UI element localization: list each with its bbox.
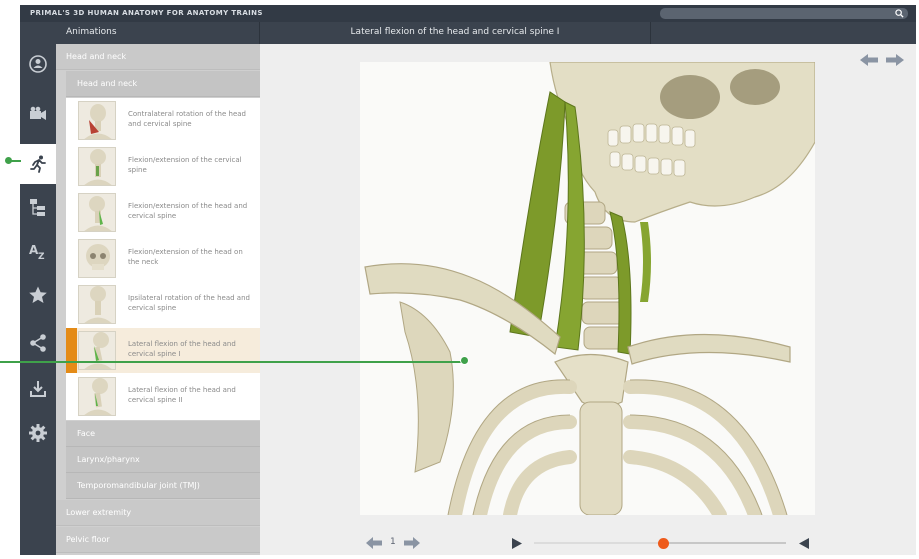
model-icon [29,55,47,73]
scrubber-knob[interactable] [657,538,669,549]
search-icon[interactable] [895,9,904,18]
main-nav: A Z [20,44,56,555]
skeleton-thumbnail [78,193,116,232]
callout-line-viewer [0,361,464,363]
previous-page-icon[interactable] [366,537,382,549]
skull-thumbnail [78,239,116,278]
next-page-icon[interactable] [404,537,420,549]
app-title: PRIMAL'S 3D HUMAN ANATOMY FOR ANATOMY TR… [30,9,263,17]
subcategory-larynx-pharynx[interactable]: Larynx/pharynx [66,447,260,473]
title-bar: PRIMAL'S 3D HUMAN ANATOMY FOR ANATOMY TR… [20,5,916,22]
list-item[interactable]: Lateral flexion of the head and cervical… [66,374,260,419]
list-item-label: Flexion/extension of the cervical spine [128,156,242,174]
skeleton-thumbnail [78,377,116,416]
subcategory-label: Face [77,429,96,438]
subcategory-face[interactable]: Face [66,421,260,447]
list-item-label: Flexion/extension of the head and cervic… [128,202,248,220]
anatomy-3d-view[interactable] [360,62,815,515]
download-icon [30,381,46,397]
animation-viewer: 1 [260,44,916,555]
subcategory-label: Head and neck [77,79,138,88]
rewind-icon[interactable] [799,538,809,549]
back-arrow-icon[interactable] [860,54,878,66]
share-icon [30,334,46,352]
selection-indicator [66,328,77,373]
nav-model[interactable] [20,44,56,84]
nav-videos[interactable] [20,94,56,134]
animation-title: Lateral flexion of the head and cervical… [350,27,560,37]
category-label: Pelvic floor [66,535,110,544]
view-nav-arrows [860,54,904,66]
list-item[interactable]: Flexion/extension of the cervical spine [66,144,260,189]
playback-bar: 1 [360,535,815,551]
nav-animations[interactable] [20,144,56,184]
list-item-label: Flexion/extension of the head on the nec… [128,248,243,266]
subcategory-tmj[interactable]: Temporomandibular joint (TMJ) [66,473,260,499]
category-label: Lower extremity [66,508,132,517]
skeleton-thumbnail [78,147,116,186]
timeline-progress [534,542,663,544]
nav-download[interactable] [20,369,56,409]
forward-arrow-icon[interactable] [886,54,904,66]
subcategory-label: Temporomandibular joint (TMJ) [77,481,200,490]
skeleton-thumbnail [78,331,116,370]
category-label: Head and neck [66,52,127,61]
nav-share[interactable] [20,323,56,363]
app-window: PRIMAL'S 3D HUMAN ANATOMY FOR ANATOMY TR… [20,5,916,555]
gear-icon [29,424,47,442]
animation-items: Contralateral rotation of the head and c… [66,98,260,420]
nav-a-z[interactable]: A Z [20,231,56,271]
skeleton-thumbnail [78,285,116,324]
list-item-label: Contralateral rotation of the head and c… [128,110,246,128]
subcategory-head-and-neck[interactable]: Head and neck [66,71,260,97]
animation-list: Head and neck Head and neck Contralatera… [56,44,260,555]
section-label: Animations [66,27,117,37]
list-item-selected[interactable]: Lateral flexion of the head and cervical… [66,328,260,373]
star-icon [29,286,47,303]
list-item-label: Lateral flexion of the head and cervical… [128,386,236,404]
list-item[interactable]: Flexion/extension of the head and cervic… [66,190,260,235]
running-figure-icon [30,155,46,173]
skeleton-render[interactable] [360,62,815,515]
nav-settings[interactable] [20,413,56,453]
skeleton-thumbnail [78,101,116,140]
callout-dot-viewer [460,356,469,365]
section-header: Animations [56,22,260,44]
list-item[interactable]: Ipsilateral rotation of the head and cer… [66,282,260,327]
nav-favorites[interactable] [20,275,56,315]
list-item[interactable]: Flexion/extension of the head on the nec… [66,236,260,281]
search-input[interactable] [660,8,908,19]
timeline-slider[interactable] [534,538,786,549]
hierarchy-icon [30,199,45,216]
list-item-label: Lateral flexion of the head and cervical… [128,340,236,358]
page-number: 1 [390,537,396,547]
header-divider [650,22,651,44]
list-item[interactable]: Contralateral rotation of the head and c… [66,98,260,143]
list-item-label: Ipsilateral rotation of the head and cer… [128,294,250,312]
play-icon[interactable] [512,538,522,549]
svg-text:Z: Z [38,252,45,261]
video-camera-icon [30,106,46,120]
category-pelvic-floor[interactable]: Pelvic floor [56,527,260,553]
header-bar: Animations Lateral flexion of the head a… [20,22,916,44]
callout-line-animations [9,160,21,162]
nav-hierarchy[interactable] [20,187,56,227]
category-lower-extremity[interactable]: Lower extremity [56,500,260,526]
category-head-and-neck[interactable]: Head and neck [56,44,260,70]
subcategory-label: Larynx/pharynx [77,455,140,464]
a-z-icon: A Z [29,243,45,261]
